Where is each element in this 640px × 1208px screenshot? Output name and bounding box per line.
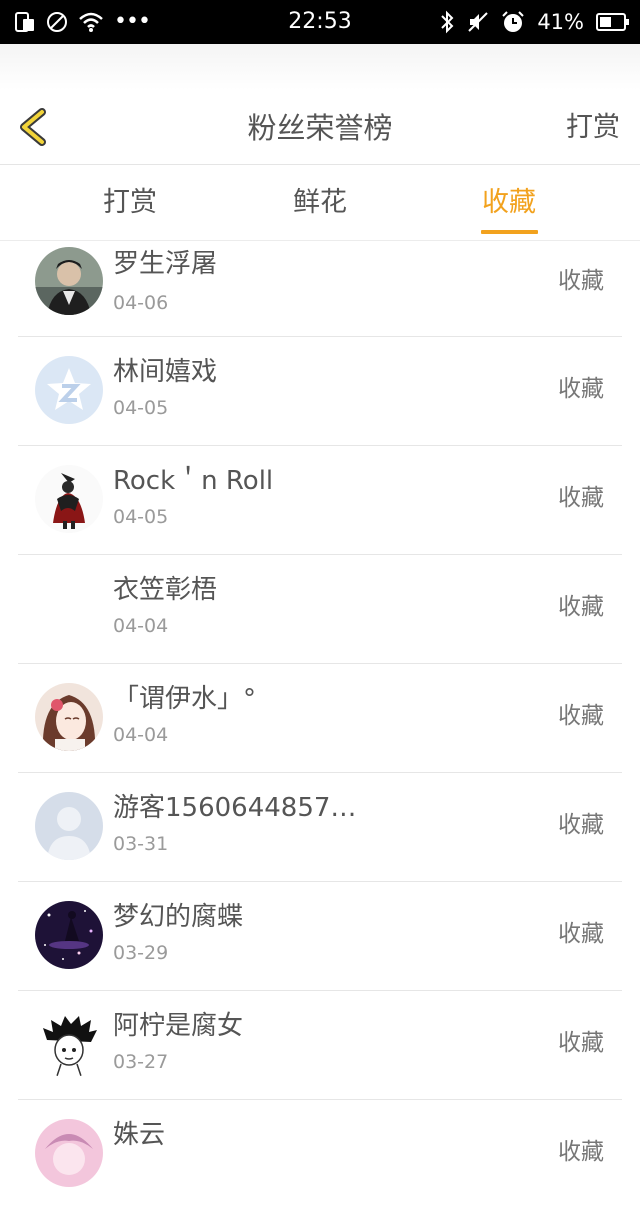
fan-date: 04-06 xyxy=(113,292,169,314)
tab-flowers[interactable]: 鲜花 xyxy=(260,185,380,221)
page-title: 粉丝荣誉榜 xyxy=(247,111,393,145)
reward-button[interactable]: 打赏 xyxy=(566,110,620,146)
status-right-icons: 41% xyxy=(439,9,630,35)
fan-date: 03-29 xyxy=(113,942,169,964)
fan-date: 04-04 xyxy=(113,724,169,746)
fan-date: 03-27 xyxy=(113,1051,169,1073)
mute-icon xyxy=(467,11,489,33)
default-person-avatar xyxy=(35,792,103,860)
night-sky-avatar xyxy=(35,901,103,969)
header-spacer xyxy=(0,44,640,90)
tab-reward[interactable]: 打赏 xyxy=(70,185,190,221)
list-item[interactable]: 阿柠是腐女 03-27 收藏 xyxy=(18,991,622,1100)
fan-name: Rock＇n Roll xyxy=(113,466,274,496)
fan-name: 姝云 xyxy=(113,1120,166,1150)
fan-action: 收藏 xyxy=(558,1139,604,1165)
nav-header: 粉丝荣誉榜 打赏 xyxy=(0,90,640,165)
fan-action: 收藏 xyxy=(558,594,604,620)
qq-default-avatar xyxy=(35,356,103,424)
fan-action: 收藏 xyxy=(558,485,604,511)
empty-avatar xyxy=(35,574,103,642)
fan-name: 游客1560644857… xyxy=(113,793,357,823)
anime-girl-avatar xyxy=(35,683,103,751)
list-item[interactable]: 衣笠彰梧 04-04 收藏 xyxy=(18,555,622,664)
fan-name: 林间嬉戏 xyxy=(113,357,218,387)
sketch-avatar xyxy=(35,1010,103,1078)
fan-name: 罗生浮屠 xyxy=(113,249,218,279)
fan-action: 收藏 xyxy=(558,812,604,838)
fan-date: 04-05 xyxy=(113,397,169,419)
battery-icon xyxy=(596,12,630,32)
active-tab-indicator xyxy=(481,230,538,234)
fan-action: 收藏 xyxy=(558,1030,604,1056)
list-item[interactable]: 林间嬉戏 04-05 收藏 xyxy=(18,337,622,446)
status-bar: ••• 22:53 41% xyxy=(0,0,640,44)
fan-date: 04-04 xyxy=(113,615,169,637)
photo-avatar xyxy=(35,247,103,315)
tab-bar: 打赏 鲜花 收藏 xyxy=(0,165,640,241)
list-item[interactable]: Rock＇n Roll 04-05 收藏 xyxy=(18,446,622,555)
fan-name: 衣笠彰梧 xyxy=(113,575,218,605)
fan-date: 04-05 xyxy=(113,506,169,528)
fan-action: 收藏 xyxy=(558,376,604,402)
fan-list: 罗生浮屠 04-06 收藏 林间嬉戏 04-05 收藏 Rock＇n Roll … xyxy=(0,241,640,1208)
fan-action: 收藏 xyxy=(558,703,604,729)
list-item[interactable]: 姝云 收藏 xyxy=(18,1100,622,1208)
fan-name: 阿柠是腐女 xyxy=(113,1011,244,1041)
alarm-icon xyxy=(501,10,525,34)
list-item[interactable]: 梦幻的腐蝶 03-29 收藏 xyxy=(18,882,622,991)
bluetooth-icon xyxy=(439,10,455,34)
fan-action: 收藏 xyxy=(558,268,604,294)
fan-name: 「谓伊水」° xyxy=(113,684,257,714)
fan-date: 03-31 xyxy=(113,833,169,855)
battery-percent: 41% xyxy=(537,10,584,34)
figure-avatar xyxy=(35,465,103,533)
list-item[interactable]: 「谓伊水」° 04-04 收藏 xyxy=(18,664,622,773)
pink-avatar xyxy=(35,1119,103,1187)
fan-name: 梦幻的腐蝶 xyxy=(113,902,244,932)
tab-favorites[interactable]: 收藏 xyxy=(449,185,569,221)
fan-action: 收藏 xyxy=(558,921,604,947)
list-item[interactable]: 游客1560644857… 03-31 收藏 xyxy=(18,773,622,882)
list-item[interactable]: 罗生浮屠 04-06 收藏 xyxy=(18,241,622,337)
